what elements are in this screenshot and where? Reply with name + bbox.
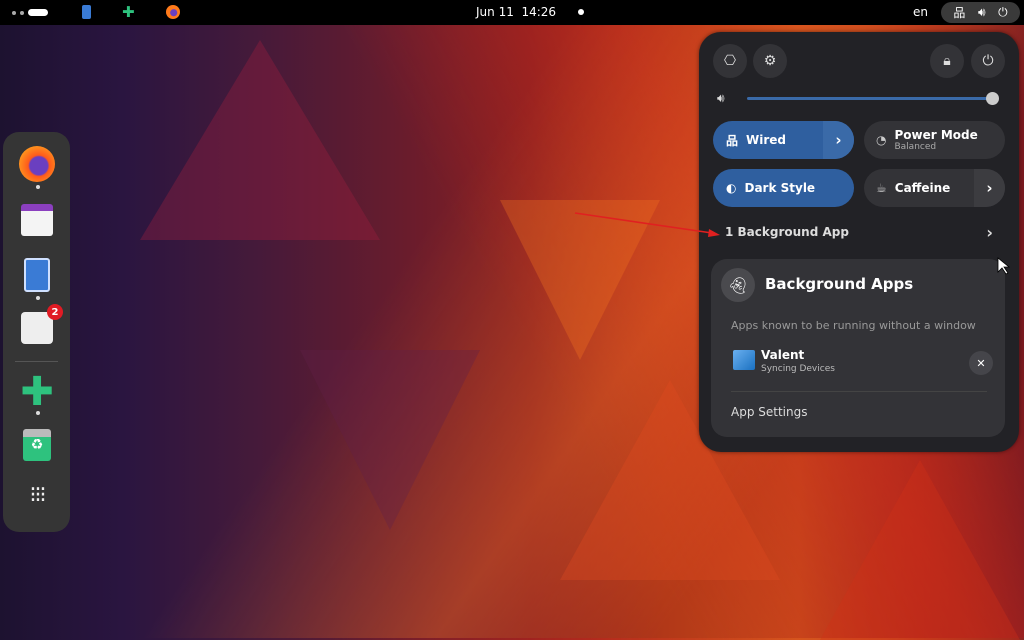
- mouse-cursor: [997, 257, 1011, 275]
- annotation-arrow: [574, 212, 1011, 275]
